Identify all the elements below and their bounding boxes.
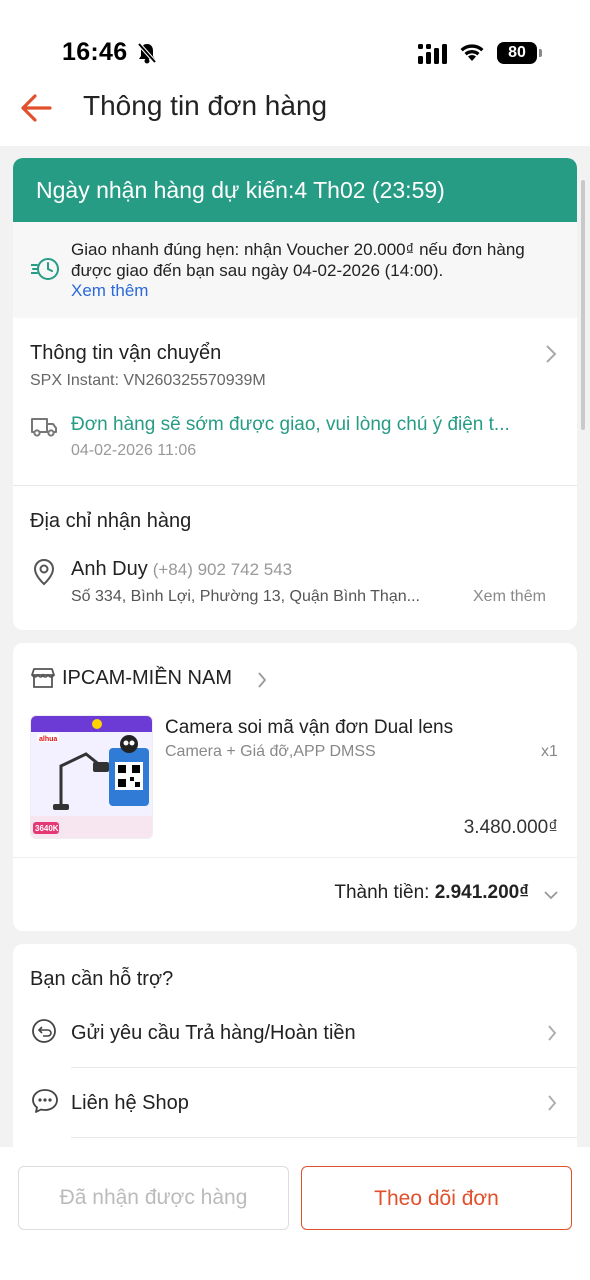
fast-clock-icon xyxy=(31,258,59,280)
back-arrow-icon[interactable] xyxy=(18,88,58,128)
shop-name[interactable]: IPCAM-MIỀN NAM xyxy=(62,667,232,690)
address-see-more-link[interactable]: Xem thêm xyxy=(473,588,546,606)
return-icon xyxy=(32,1019,56,1043)
bottom-action-bar: Đã nhận được hàng Theo dõi đơn xyxy=(0,1147,590,1280)
battery-nub xyxy=(539,49,542,57)
product-thumbnail[interactable]: alhua 3640K xyxy=(30,715,153,839)
promo-see-more-link[interactable]: Xem thêm xyxy=(71,281,561,302)
thumb-brand-text: alhua xyxy=(39,736,57,743)
address-title: Địa chỉ nhận hàng xyxy=(30,510,192,532)
delivery-card: Ngày nhận hàng dự kiến:4 Th02 (23:59) Gi… xyxy=(13,158,577,630)
order-card: IPCAM-MIỀN NAM alhua 3640K Camera soi mã… xyxy=(13,643,577,931)
promo-section: Giao nhanh đúng hẹn: nhận Voucher 20.000… xyxy=(13,222,577,318)
chevron-right-icon xyxy=(546,345,557,363)
support-title: Bạn cần hỗ trợ? xyxy=(30,968,174,990)
promo-description: Giao nhanh đúng hẹn: nhận Voucher 20.000… xyxy=(71,240,525,280)
support-item-label: Liên hệ Shop xyxy=(71,1092,189,1114)
bell-off-icon xyxy=(137,42,157,64)
shipping-info-row[interactable]: Thông tin vận chuyển SPX Instant: VN2603… xyxy=(13,318,577,486)
support-card: Bạn cần hỗ trợ? Gửi yêu cầu Trả hàng/Hoà… xyxy=(13,944,577,1154)
eta-banner: Ngày nhận hàng dự kiến:4 Th02 (23:59) xyxy=(13,158,577,222)
product-variant: Camera + Giá đỡ,APP DMSS xyxy=(165,743,376,760)
app-header: Thông tin đơn hàng xyxy=(0,80,590,146)
shipping-carrier: SPX Instant: VN260325570939M xyxy=(30,372,266,389)
chevron-down-icon xyxy=(544,891,558,900)
chevron-right-icon xyxy=(548,1025,557,1041)
order-received-button[interactable]: Đã nhận được hàng xyxy=(18,1166,289,1230)
page-title: Thông tin đơn hàng xyxy=(83,90,328,121)
chat-icon xyxy=(32,1089,58,1113)
support-item-contact-shop[interactable]: Liên hệ Shop xyxy=(13,1068,577,1138)
shipping-title: Thông tin vận chuyển xyxy=(30,342,222,364)
product-price: 3.480.000₫ xyxy=(463,817,558,838)
total-label: Thành tiền: 2.941.200₫ xyxy=(334,882,529,904)
shipping-status: Đơn hàng sẽ sớm được giao, vui lòng chú … xyxy=(71,414,510,435)
recipient: Anh Duy (+84) 902 742 543 xyxy=(71,558,292,581)
status-time: 16:46 xyxy=(62,38,128,66)
total-label-text: Thành tiền: xyxy=(334,882,435,903)
product-quantity: x1 xyxy=(541,743,558,760)
total-amount: 2.941.200₫ xyxy=(434,882,529,903)
recipient-phone: (+84) 902 742 543 xyxy=(152,560,293,579)
recipient-name: Anh Duy xyxy=(71,558,148,580)
divider xyxy=(71,1137,577,1138)
shop-icon xyxy=(31,668,55,688)
product-name[interactable]: Camera soi mã vận đơn Dual lens xyxy=(165,717,453,739)
track-order-button[interactable]: Theo dõi đơn xyxy=(301,1166,572,1230)
status-bar: 16:46 80 xyxy=(0,0,590,80)
battery-indicator: 80 xyxy=(497,42,537,64)
scrollbar[interactable] xyxy=(581,180,585,430)
wifi-icon xyxy=(460,44,484,61)
truck-icon xyxy=(31,418,57,437)
address-line: Số 334, Bình Lợi, Phường 13, Quận Bình T… xyxy=(71,588,420,605)
location-pin-icon xyxy=(33,558,55,586)
chevron-right-icon xyxy=(548,1095,557,1111)
promo-text: Giao nhanh đúng hẹn: nhận Voucher 20.000… xyxy=(71,240,561,302)
support-item-return-refund[interactable]: Gửi yêu cầu Trả hàng/Hoàn tiền xyxy=(13,998,577,1068)
shipping-status-time: 04-02-2026 11:06 xyxy=(71,442,197,459)
thumb-price-text: 3640K xyxy=(35,824,59,833)
signal-icon xyxy=(418,44,447,64)
product-image: alhua 3640K xyxy=(31,716,152,838)
support-item-label: Gửi yêu cầu Trả hàng/Hoàn tiền xyxy=(71,1022,356,1044)
order-total-row[interactable]: Thành tiền: 2.941.200₫ xyxy=(13,857,577,931)
shop-chevron-icon xyxy=(258,672,267,688)
